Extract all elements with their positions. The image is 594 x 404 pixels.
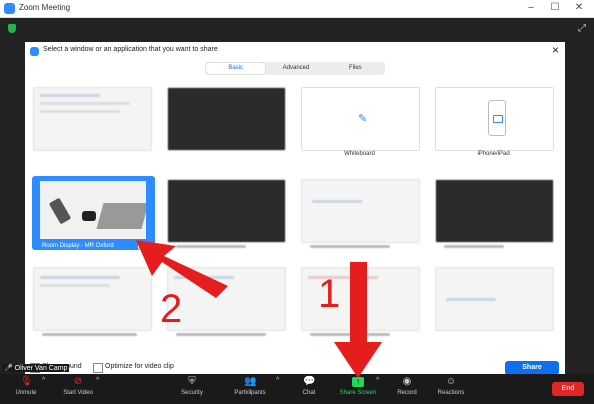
step-1-label: 1: [318, 272, 340, 316]
arrow-1-annotation: [334, 262, 382, 378]
step-2-label: 2: [160, 287, 182, 331]
annotation-overlay: 1 2: [136, 240, 382, 378]
